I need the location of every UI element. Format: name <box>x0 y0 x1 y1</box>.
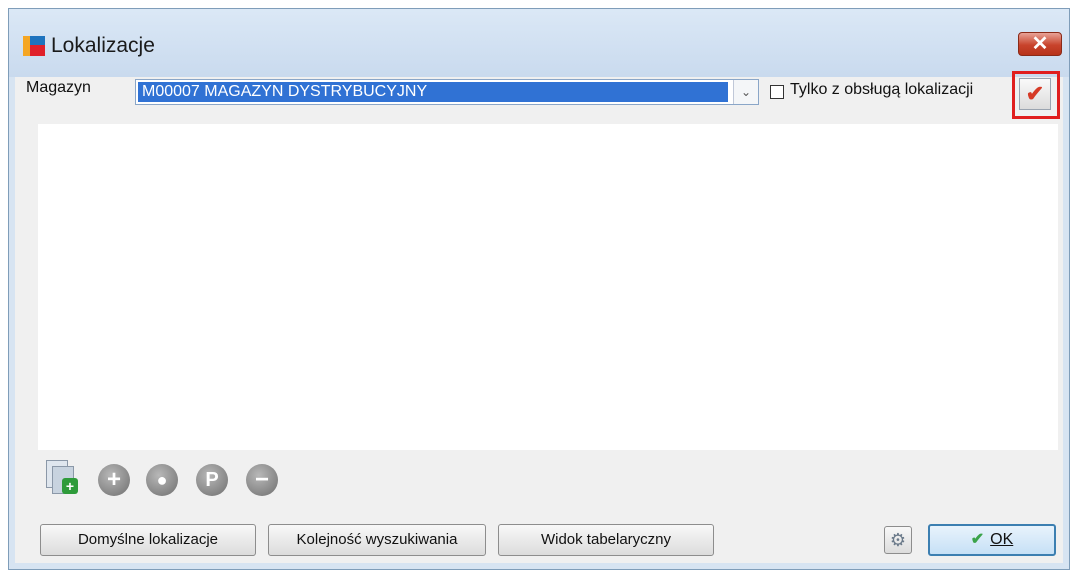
magazyn-label: Magazyn <box>26 79 91 96</box>
checkmark-icon: ✔ <box>970 531 985 548</box>
remove-icon[interactable]: − <box>246 464 278 496</box>
window-title: Lokalizacje <box>51 34 155 57</box>
chevron-down-icon[interactable]: ⌄ <box>733 80 758 104</box>
title-bar: Lokalizacje ✕ <box>9 9 1069 77</box>
locations-list[interactable] <box>38 124 1058 450</box>
add-icon[interactable]: + <box>98 464 130 496</box>
gear-icon: ⚙ <box>889 530 907 550</box>
magazyn-selected-value: M00007 MAGAZYN DYSTRYBUCYJNY <box>138 82 728 102</box>
ok-label: OK <box>990 531 1014 548</box>
default-locations-button[interactable]: Domyślne lokalizacje <box>40 524 256 556</box>
new-document-icon[interactable]: + <box>46 460 80 496</box>
p-icon[interactable]: P <box>196 464 228 496</box>
only-with-locations-checkbox[interactable] <box>770 85 784 99</box>
magazyn-select[interactable]: M00007 MAGAZYN DYSTRYBUCYJNY ⌄ <box>135 79 759 105</box>
app-logo-icon <box>23 36 45 56</box>
ok-button[interactable]: ✔ OK <box>928 524 1056 556</box>
close-button[interactable]: ✕ <box>1018 32 1062 56</box>
checkmark-icon: ✔ <box>1025 81 1045 106</box>
table-view-button[interactable]: Widok tabelaryczny <box>498 524 714 556</box>
list-toolbar <box>38 450 1058 510</box>
settings-button[interactable]: ⚙ <box>884 526 912 554</box>
apply-filter-button[interactable]: ✔ <box>1019 78 1051 110</box>
only-with-locations-label[interactable]: Tylko z obsługą lokalizacji <box>790 81 973 99</box>
preview-icon[interactable]: ● <box>146 464 178 496</box>
search-order-button[interactable]: Kolejność wyszukiwania <box>268 524 486 556</box>
